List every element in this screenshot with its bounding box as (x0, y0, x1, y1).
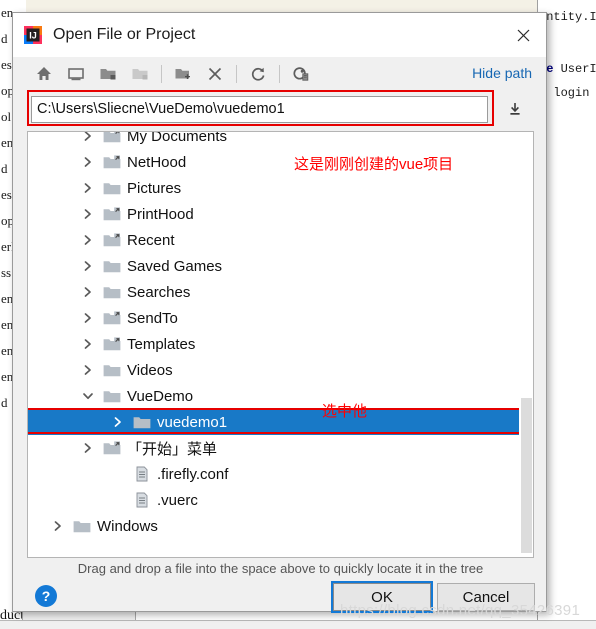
folder-link-icon (102, 310, 122, 326)
file-icon (132, 492, 152, 508)
tree-row[interactable]: Templates (28, 331, 533, 357)
tree-row-label: VueDemo (127, 387, 194, 405)
dialog-toolbar: Hide path (13, 57, 546, 91)
tree-row-label: 「开始」菜单 (127, 440, 218, 458)
tree-row[interactable]: NetHood (28, 149, 533, 175)
chevron-down-icon[interactable] (80, 388, 96, 404)
toolbar-separator (161, 65, 162, 83)
delete-icon[interactable] (202, 61, 228, 87)
tree-row-label: Searches (127, 283, 191, 301)
folder-icon (132, 414, 152, 430)
tree-row-selected[interactable]: vuedemo1 (28, 409, 533, 435)
path-field-row (27, 90, 532, 127)
folder-link-icon (102, 336, 122, 352)
tree-row[interactable]: Recent (28, 227, 533, 253)
chevron-right-icon[interactable] (80, 336, 96, 352)
folder-icon (72, 518, 92, 534)
background-bottom-panel (0, 620, 596, 629)
intellij-idea-icon: IJ (23, 25, 43, 45)
svg-text:IJ: IJ (29, 31, 37, 41)
chevron-right-icon[interactable] (80, 310, 96, 326)
dialog-title: Open File or Project (53, 26, 196, 43)
hide-path-link[interactable]: Hide path (472, 65, 532, 81)
chevron-right-icon[interactable] (80, 232, 96, 248)
background-code-line: entity.I (539, 10, 596, 24)
close-icon[interactable] (500, 13, 546, 57)
tree-row[interactable]: Saved Games (28, 253, 533, 279)
folder-link-icon (102, 132, 122, 144)
tree-row-label: My Documents (127, 131, 228, 145)
chevron-right-icon[interactable] (80, 258, 96, 274)
tree-row[interactable]: My Documents (28, 131, 533, 149)
tree-scrollbar[interactable] (519, 132, 533, 557)
folder-link-icon (102, 154, 122, 170)
chevron-right-icon[interactable] (80, 132, 96, 144)
tree-row-label: Templates (127, 335, 196, 353)
tree-row[interactable]: PrintHood (28, 201, 533, 227)
tree-row-label: Recent (127, 231, 175, 249)
folder-icon (102, 284, 122, 300)
tree-row[interactable]: Windows (28, 513, 533, 539)
file-tree-panel[interactable]: My Documents NetHood Pictures PrintHood Rece… (27, 131, 534, 558)
chevron-down-icon[interactable] (504, 98, 526, 120)
annotation-text: 这是刚刚创建的vue项目 (294, 156, 454, 173)
chevron-right-icon[interactable] (50, 518, 66, 534)
folder-icon (102, 258, 122, 274)
file-tree: My Documents NetHood Pictures PrintHood Rece… (28, 131, 533, 539)
chevron-right-icon[interactable] (80, 154, 96, 170)
tree-row-label: .vuerc (157, 491, 198, 509)
tree-row-label: vuedemo1 (157, 413, 228, 431)
help-button[interactable]: ? (35, 585, 57, 607)
tree-scrollbar-thumb[interactable] (521, 398, 532, 553)
chevron-right-icon[interactable] (80, 362, 96, 378)
annotation-text: 选中他 (322, 403, 368, 420)
tree-row-label: Saved Games (127, 257, 223, 275)
folder-link-icon (102, 232, 122, 248)
chevron-right-icon[interactable] (80, 440, 96, 456)
new-folder-icon[interactable] (170, 61, 196, 87)
tree-row-label: .firefly.conf (157, 465, 229, 483)
tree-row[interactable]: Videos (28, 357, 533, 383)
tree-row[interactable]: .firefly.conf (28, 461, 533, 487)
tree-row[interactable]: .vuerc (28, 487, 533, 513)
chevron-right-icon[interactable] (110, 414, 126, 430)
dialog-titlebar: IJ Open File or Project (13, 13, 546, 57)
toolbar-separator-3 (279, 65, 280, 83)
folder-icon[interactable] (127, 61, 153, 87)
tree-row-label: SendTo (127, 309, 178, 327)
folder-up-icon[interactable] (95, 61, 121, 87)
folder-icon (102, 388, 122, 404)
chevron-right-icon[interactable] (80, 284, 96, 300)
folder-icon (102, 180, 122, 196)
tree-row-label: NetHood (127, 153, 187, 171)
tree-row[interactable]: 「开始」菜单 (28, 435, 533, 461)
folder-link-icon (102, 206, 122, 222)
toolbar-separator-2 (236, 65, 237, 83)
background-code-line: ce UserI (539, 62, 596, 76)
show-hidden-icon[interactable] (288, 61, 314, 87)
tree-row-label: PrintHood (127, 205, 194, 223)
open-file-or-project-dialog: IJ Open File or Project Hide path C:\Use… (12, 12, 547, 612)
file-icon (132, 466, 152, 482)
tree-row[interactable]: VueDemo (28, 383, 533, 409)
desktop-icon[interactable] (63, 61, 89, 87)
tree-row[interactable]: SendTo (28, 305, 533, 331)
chevron-right-icon[interactable] (80, 206, 96, 222)
refresh-icon[interactable] (245, 61, 271, 87)
path-input[interactable] (31, 95, 488, 123)
tree-row[interactable]: Pictures (28, 175, 533, 201)
tree-row-label: Windows (97, 517, 158, 535)
home-icon[interactable] (31, 61, 57, 87)
chevron-right-icon[interactable] (80, 180, 96, 196)
tree-row-label: Videos (127, 361, 173, 379)
folder-icon (102, 362, 122, 378)
watermark: https://blog.csdn.net/qq_35426391 (340, 602, 581, 619)
folder-link-icon (102, 440, 122, 456)
drag-drop-hint: Drag and drop a file into the space abov… (77, 561, 484, 576)
tree-row-label: Pictures (127, 179, 182, 197)
tree-row[interactable]: Searches (28, 279, 533, 305)
